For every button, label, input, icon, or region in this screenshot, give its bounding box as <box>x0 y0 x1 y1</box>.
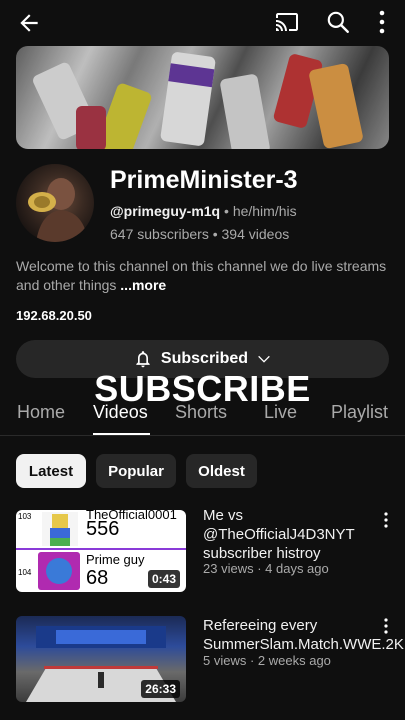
more-link[interactable]: ...more <box>120 277 166 293</box>
thumb-rank: 104 <box>18 568 32 577</box>
thumb-avatar <box>42 512 78 546</box>
video-item[interactable]: 26:33 Refereeing every SummerSlam.Match.… <box>16 616 405 702</box>
video-views: 5 views <box>203 653 247 668</box>
top-bar <box>0 0 405 44</box>
banner-image <box>16 46 389 149</box>
video-age: 4 days ago <box>265 561 329 576</box>
arrow-left-icon[interactable] <box>16 10 42 36</box>
tab-playlists[interactable]: Playlist <box>331 402 388 423</box>
channel-pronouns: he/him/his <box>232 203 297 219</box>
channel-handle: @primeguy-m1q <box>110 203 221 219</box>
active-tab-indicator <box>93 433 150 435</box>
chip-oldest[interactable]: Oldest <box>186 454 257 488</box>
search-icon[interactable] <box>325 9 351 35</box>
thumb-rank: 103 <box>18 512 32 521</box>
video-views: 23 views <box>203 561 254 576</box>
more-vert-icon[interactable] <box>383 616 389 636</box>
thumb-name: Prime guy <box>86 552 145 567</box>
avatar-image <box>28 178 88 242</box>
tab-shorts[interactable]: Shorts <box>175 402 227 423</box>
video-meta: 23 views · 4 days ago <box>203 561 329 576</box>
chip-latest[interactable]: Latest <box>16 454 86 488</box>
video-thumbnail[interactable]: 103 TheOfficial0001 556 104 Prime guy 68… <box>16 510 186 592</box>
channel-handle-row: @primeguy-m1q • he/him/his <box>110 203 297 219</box>
subscriber-count: 647 subscribers <box>110 226 209 242</box>
video-title[interactable]: Refereeing every SummerSlam.Match.WWE.2K… <box>203 616 405 654</box>
video-thumbnail[interactable]: 26:33 <box>16 616 186 702</box>
channel-tabs: Home Videos Shorts Live Playlist <box>0 396 405 436</box>
channel-avatar[interactable] <box>16 164 94 242</box>
channel-link[interactable]: 192.68.20.50 <box>16 308 92 323</box>
thumb-avatar <box>38 552 80 590</box>
description-text: Welcome to this channel on this channel … <box>16 258 387 293</box>
tab-videos[interactable]: Videos <box>93 402 148 423</box>
bell-icon <box>136 351 150 368</box>
channel-stats: 647 subscribers • 394 videos <box>110 226 289 242</box>
video-count: 394 videos <box>221 226 290 242</box>
thumb-count: 68 <box>86 567 109 589</box>
channel-banner <box>16 46 389 149</box>
video-meta: 5 views · 2 weeks ago <box>203 653 331 668</box>
subscribed-label: Subscribed <box>160 350 249 367</box>
channel-description[interactable]: Welcome to this channel on this channel … <box>16 257 391 295</box>
more-vert-icon[interactable] <box>383 510 389 530</box>
channel-name: PrimeMinister-3 <box>110 166 298 194</box>
video-item[interactable]: 103 TheOfficial0001 556 104 Prime guy 68… <box>16 507 389 596</box>
chip-popular[interactable]: Popular <box>96 454 176 488</box>
video-age: 2 weeks ago <box>257 653 331 668</box>
separator-dot: • <box>212 226 218 242</box>
tab-live[interactable]: Live <box>264 402 297 423</box>
more-vert-icon[interactable] <box>372 9 392 35</box>
video-duration: 0:43 <box>147 570 180 588</box>
divider <box>16 548 186 550</box>
tab-home[interactable]: Home <box>17 402 65 423</box>
cast-icon[interactable] <box>274 10 300 34</box>
video-title[interactable]: Me vs @TheOfficialJ4D3NYT subscriber his… <box>203 506 379 563</box>
chevron-down-icon <box>258 355 270 363</box>
separator-dot: • <box>224 203 229 219</box>
thumb-row: 103 TheOfficial0001 556 <box>16 510 186 548</box>
thumb-count: 556 <box>86 518 120 540</box>
video-duration: 26:33 <box>141 680 180 698</box>
